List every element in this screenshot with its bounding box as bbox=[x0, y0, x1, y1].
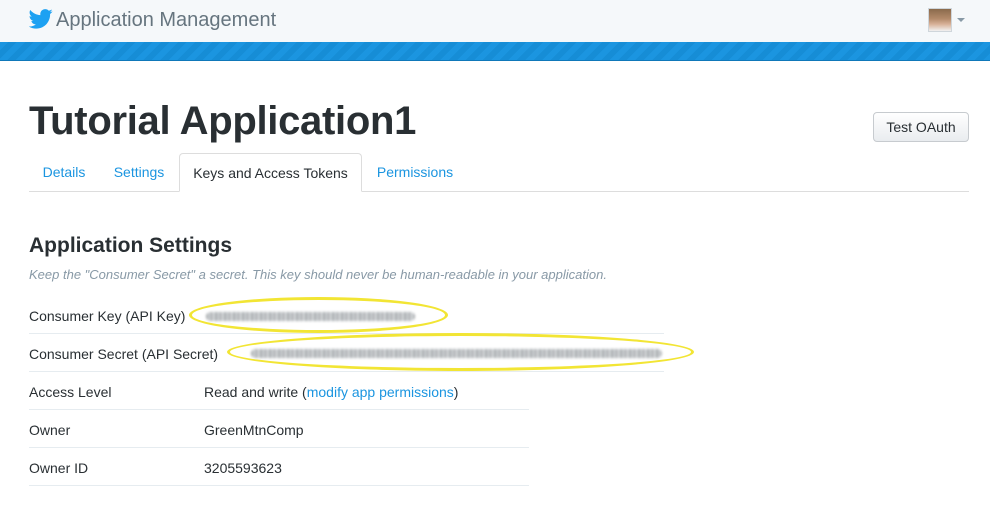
section-title: Application Settings bbox=[29, 234, 233, 257]
tab-details[interactable]: Details bbox=[29, 153, 99, 191]
page-title: Tutorial Application1 bbox=[29, 99, 417, 143]
modify-app-permissions-link[interactable]: modify app permissions bbox=[307, 384, 454, 400]
access-level-label: Access Level bbox=[29, 384, 112, 400]
access-level-text: Read and write ( bbox=[204, 384, 307, 400]
top-navigation-bar: Application Management bbox=[0, 0, 990, 42]
access-level-suffix: ) bbox=[453, 384, 459, 400]
section-note: Keep the "Consumer Secret" a secret. Thi… bbox=[29, 267, 607, 282]
owner-id-label: Owner ID bbox=[29, 460, 89, 476]
owner-label: Owner bbox=[29, 422, 71, 438]
caret-down-icon[interactable] bbox=[957, 18, 965, 22]
twitter-bird-icon[interactable] bbox=[29, 9, 53, 29]
consumer-secret-label: Consumer Secret (API Secret) bbox=[29, 346, 219, 362]
test-oauth-button[interactable]: Test OAuth bbox=[873, 112, 969, 142]
app-management-title[interactable]: Application Management bbox=[56, 9, 276, 32]
access-level-row: Access Level Read and write (modify app … bbox=[29, 372, 529, 410]
tab-settings[interactable]: Settings bbox=[99, 153, 179, 191]
app-tabs: Details Settings Keys and Access Tokens … bbox=[29, 153, 969, 192]
owner-id-row: Owner ID 3205593623 bbox=[29, 448, 529, 486]
highlight-oval-consumer-secret bbox=[227, 333, 694, 371]
highlight-oval-consumer-key bbox=[189, 297, 448, 333]
access-level-value: Read and write (modify app permissions) bbox=[204, 384, 458, 400]
owner-id-value: 3205593623 bbox=[204, 460, 282, 476]
tab-keys-and-access-tokens[interactable]: Keys and Access Tokens bbox=[179, 153, 362, 192]
header-banner-strip bbox=[0, 42, 990, 61]
consumer-key-label: Consumer Key (API Key) bbox=[29, 308, 186, 324]
owner-value: GreenMtnComp bbox=[204, 422, 304, 438]
owner-row: Owner GreenMtnComp bbox=[29, 410, 529, 448]
user-avatar[interactable] bbox=[928, 8, 952, 32]
tab-permissions[interactable]: Permissions bbox=[363, 153, 467, 191]
